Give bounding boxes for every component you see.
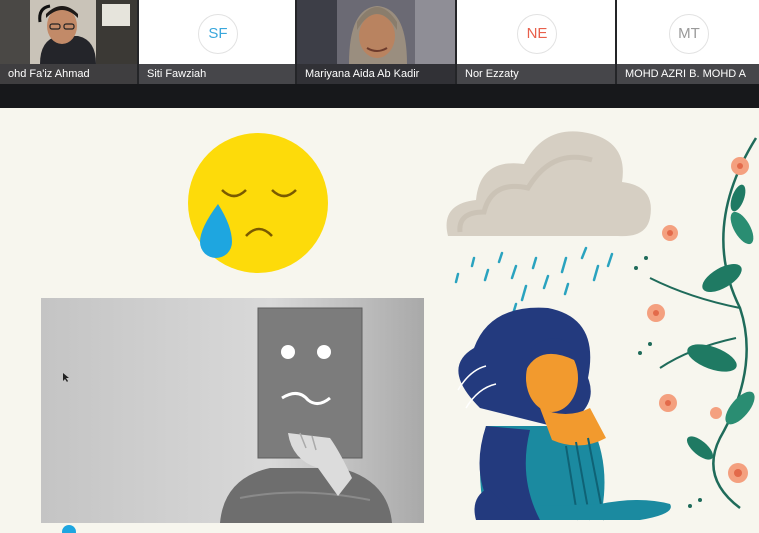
- sad-girl-illustration: [457, 307, 671, 521]
- participant-tile-1[interactable]: ohd Fa'iz Ahmad: [0, 0, 137, 84]
- participant-tile-2[interactable]: SF Siti Fawziah: [139, 0, 295, 84]
- rain-cloud: [446, 131, 651, 316]
- floral-vine: [634, 137, 758, 509]
- sad-face-paper-photo: [41, 298, 424, 523]
- mouse-cursor-icon: [63, 373, 69, 382]
- slide-marker-dot: [62, 525, 76, 533]
- participant-strip: ohd Fa'iz Ahmad SF Siti Fawziah Mariyana…: [0, 0, 759, 84]
- participant-name: Siti Fawziah: [139, 64, 295, 84]
- participant-tile-4[interactable]: NE Nor Ezzaty: [457, 0, 615, 84]
- strip-divider: [0, 84, 759, 108]
- crying-face-emoji: [188, 133, 328, 273]
- participant-tile-5[interactable]: MT MOHD AZRI B. MOHD A: [617, 0, 759, 84]
- participant-avatar-initials: SF: [198, 14, 238, 54]
- participant-name: MOHD AZRI B. MOHD A: [617, 64, 759, 84]
- participant-avatar-initials: NE: [517, 14, 557, 54]
- participant-name: ohd Fa'iz Ahmad: [0, 64, 137, 84]
- participant-avatar-initials: MT: [669, 14, 709, 54]
- participant-name: Mariyana Aida Ab Kadir: [297, 64, 455, 84]
- shared-screen-slide: [0, 108, 759, 533]
- participant-name: Nor Ezzaty: [457, 64, 615, 84]
- slide-canvas: [41, 131, 758, 533]
- participant-tile-3[interactable]: Mariyana Aida Ab Kadir: [297, 0, 455, 84]
